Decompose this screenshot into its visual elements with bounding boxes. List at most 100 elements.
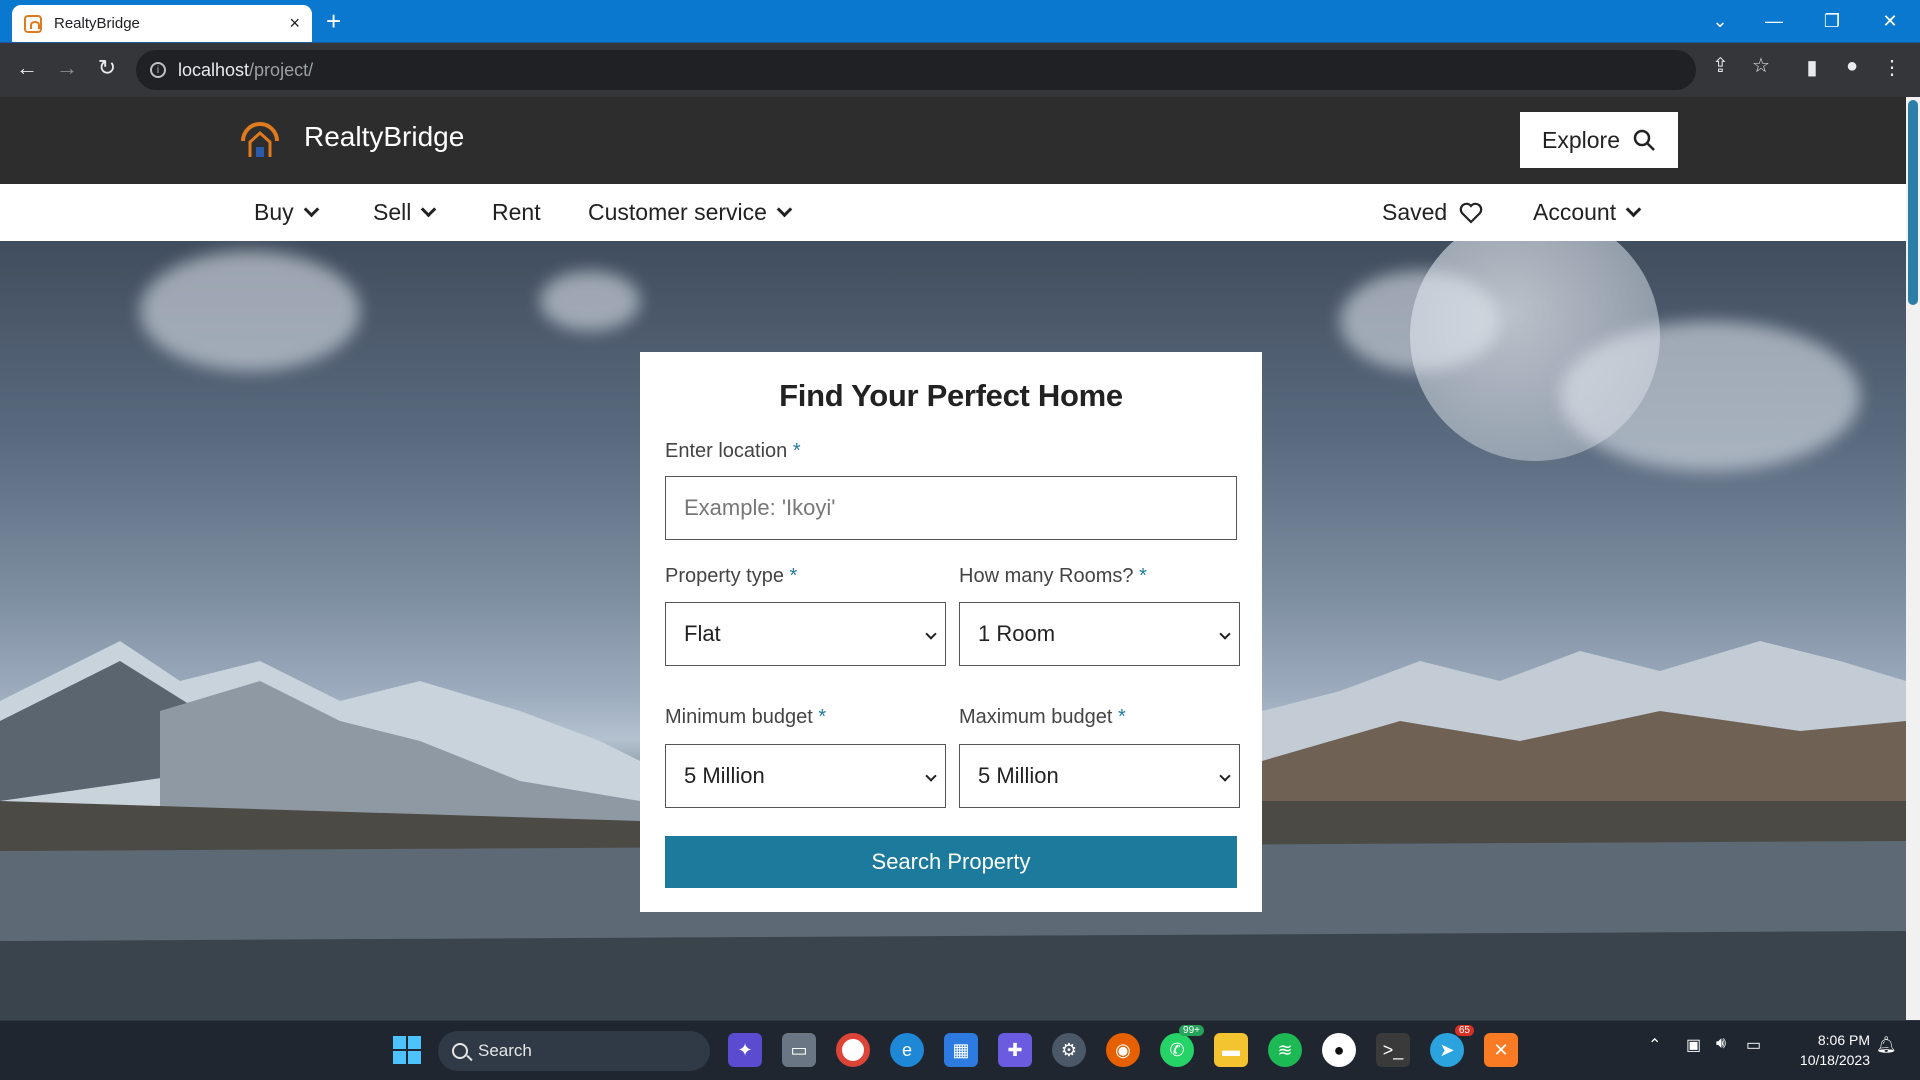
clock-date: 10/18/2023 bbox=[1799, 1052, 1870, 1068]
location-input[interactable]: Example: 'Ikoyi' bbox=[665, 476, 1237, 540]
restore-icon[interactable]: ❐ bbox=[1804, 0, 1860, 42]
rooms-label-text: How many Rooms? bbox=[959, 565, 1134, 587]
rooms-select[interactable]: 1 Room bbox=[959, 602, 1240, 666]
nav-rent[interactable]: Rent bbox=[492, 199, 541, 226]
chevron-down-icon bbox=[776, 201, 793, 218]
heart-icon bbox=[1459, 202, 1483, 224]
search-icon bbox=[1633, 129, 1655, 151]
chrome-icon[interactable] bbox=[836, 1033, 870, 1067]
location-label-text: Enter location bbox=[665, 440, 788, 462]
game-controller-icon[interactable]: ✚ bbox=[998, 1033, 1032, 1067]
address-bar[interactable]: i localhost/project/ bbox=[136, 50, 1696, 90]
network-icon[interactable]: ▣ bbox=[1686, 1035, 1701, 1055]
side-panel-icon[interactable]: ▮ bbox=[1798, 55, 1826, 80]
property-type-select[interactable]: Flat bbox=[665, 602, 946, 666]
property-search-form: Find Your Perfect Home Enter location * … bbox=[640, 352, 1262, 912]
tab-search-chevron-icon[interactable]: ⌄ bbox=[1692, 0, 1748, 42]
form-title: Find Your Perfect Home bbox=[779, 378, 1123, 413]
file-explorer-icon[interactable]: ▬ bbox=[1214, 1033, 1248, 1067]
nav-customer-service[interactable]: Customer service bbox=[588, 199, 793, 226]
site-favicon-icon bbox=[24, 14, 42, 33]
share-icon[interactable]: ⇪ bbox=[1712, 53, 1729, 78]
nav-account-label: Account bbox=[1533, 199, 1617, 225]
whatsapp-badge: 99+ bbox=[1179, 1025, 1204, 1036]
required-mark: * bbox=[1139, 565, 1147, 587]
browser-toolbar: ← → ↻ i localhost/project/ ⇪ ☆ ▮ ● ⋮ bbox=[0, 42, 1920, 97]
battery-icon[interactable]: ▭ bbox=[1746, 1035, 1761, 1055]
new-tab-button[interactable]: + bbox=[326, 6, 341, 36]
page-scrollbar-thumb[interactable] bbox=[1908, 100, 1918, 305]
explore-button[interactable]: Explore bbox=[1520, 112, 1678, 168]
nav-rent-label: Rent bbox=[492, 199, 541, 225]
nav-sell[interactable]: Sell bbox=[373, 199, 437, 226]
bookmark-star-icon[interactable]: ☆ bbox=[1752, 53, 1770, 78]
required-mark: * bbox=[1117, 706, 1126, 728]
chevron-down-icon bbox=[303, 201, 319, 218]
realtybridge-logo-icon bbox=[241, 122, 279, 157]
menu-kebab-icon[interactable]: ⋮ bbox=[1878, 55, 1906, 80]
explore-label: Explore bbox=[1542, 126, 1620, 153]
github-icon[interactable]: ● bbox=[1322, 1033, 1356, 1067]
chevron-down-icon bbox=[1625, 201, 1642, 218]
nav-account[interactable]: Account bbox=[1533, 199, 1642, 226]
required-mark: * bbox=[789, 565, 798, 587]
property-type-label: Property type * bbox=[665, 565, 797, 588]
taskbar-search-label: Search bbox=[478, 1041, 532, 1060]
reload-icon[interactable]: ↻ bbox=[92, 55, 122, 81]
store-icon[interactable]: ▦ bbox=[944, 1033, 978, 1067]
clock-time: 8:06 PM bbox=[1817, 1032, 1870, 1048]
firefox-icon[interactable]: ◉ bbox=[1106, 1033, 1140, 1067]
location-label: Enter location * bbox=[665, 440, 801, 463]
show-hidden-icons-chevron-icon[interactable]: ⌃ bbox=[1648, 1035, 1661, 1055]
terminal-icon[interactable]: >_ bbox=[1376, 1033, 1410, 1067]
edge-icon[interactable]: e bbox=[890, 1033, 924, 1067]
back-icon[interactable]: ← bbox=[12, 55, 42, 81]
spotify-icon[interactable]: ≋ bbox=[1268, 1033, 1302, 1067]
close-window-icon[interactable]: ✕ bbox=[1862, 0, 1918, 42]
whatsapp-icon[interactable]: ✆ 99+ bbox=[1160, 1025, 1204, 1067]
site-info-icon[interactable]: i bbox=[150, 62, 166, 78]
telegram-badge: 65 bbox=[1454, 1025, 1474, 1036]
min-budget-select[interactable]: 5 Million bbox=[665, 744, 946, 808]
xampp-icon[interactable]: ✕ bbox=[1484, 1033, 1518, 1067]
copilot-icon[interactable]: ✦ bbox=[728, 1033, 762, 1067]
required-mark: * bbox=[818, 706, 827, 728]
windows-taskbar: Search ✦ ▭ e ▦ ✚ ⚙ ◉ ✆ 99+ ▬ ≋ ● >_ ➤ 65 ✕… bbox=[0, 1020, 1920, 1080]
forward-icon[interactable]: → bbox=[52, 55, 82, 81]
url-path: /project/ bbox=[249, 59, 314, 80]
minimize-icon[interactable]: — bbox=[1746, 0, 1802, 42]
nav-saved[interactable]: Saved bbox=[1382, 199, 1483, 226]
brand-name[interactable]: RealtyBridge bbox=[304, 121, 464, 153]
windows-start-icon[interactable] bbox=[390, 1033, 424, 1067]
rooms-label: How many Rooms? * bbox=[959, 565, 1147, 588]
search-property-button[interactable]: Search Property bbox=[665, 836, 1237, 888]
min-budget-label-text: Minimum budget bbox=[665, 706, 813, 728]
browser-tab-strip: RealtyBridge × + ⌄ — ❐ ✕ bbox=[0, 0, 1920, 42]
system-clock[interactable]: 8:06 PM 10/18/2023 bbox=[1774, 1030, 1870, 1070]
min-budget-label: Minimum budget * bbox=[665, 706, 826, 729]
nav-customer-service-label: Customer service bbox=[588, 199, 767, 225]
volume-icon[interactable]: 🔊︎ bbox=[1716, 1035, 1726, 1053]
chevron-down-icon bbox=[421, 201, 437, 218]
site-header: RealtyBridge Explore bbox=[0, 97, 1906, 184]
tab-close-icon[interactable]: × bbox=[289, 13, 300, 34]
notification-bell-icon[interactable]: 🔔︎ bbox=[1876, 1035, 1896, 1055]
task-view-icon[interactable]: ▭ bbox=[782, 1033, 816, 1067]
nav-sell-label: Sell bbox=[373, 199, 412, 225]
settings-gear-icon[interactable]: ⚙ bbox=[1052, 1033, 1086, 1067]
url-text: localhost/project/ bbox=[178, 60, 313, 81]
nav-saved-label: Saved bbox=[1382, 199, 1448, 225]
telegram-icon[interactable]: ➤ 65 bbox=[1430, 1025, 1474, 1067]
nav-buy-label: Buy bbox=[254, 199, 294, 225]
browser-tab[interactable]: RealtyBridge × bbox=[12, 5, 312, 42]
max-budget-select[interactable]: 5 Million bbox=[959, 744, 1240, 808]
property-type-label-text: Property type bbox=[665, 565, 784, 587]
profile-icon[interactable]: ● bbox=[1838, 55, 1866, 78]
required-mark: * bbox=[792, 440, 801, 462]
max-budget-label: Maximum budget * bbox=[959, 706, 1126, 729]
url-host: localhost bbox=[178, 59, 250, 80]
search-icon bbox=[452, 1043, 468, 1059]
nav-buy[interactable]: Buy bbox=[254, 199, 319, 226]
site-nav-bar: Buy Sell Rent Customer service Saved Acc… bbox=[0, 184, 1906, 241]
taskbar-search-box[interactable]: Search bbox=[438, 1031, 710, 1071]
